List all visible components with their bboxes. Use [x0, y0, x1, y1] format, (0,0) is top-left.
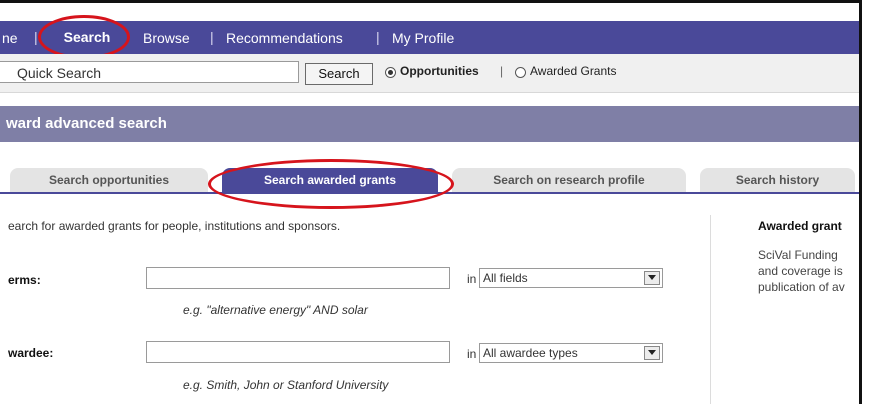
- fields-select-value: All fields: [483, 271, 528, 285]
- tab-search-opportunities[interactable]: Search opportunities: [10, 168, 208, 193]
- chevron-down-icon[interactable]: [644, 346, 660, 360]
- nav-item-home[interactable]: ne: [2, 30, 18, 46]
- radio-awarded-grants[interactable]: [515, 67, 526, 78]
- nav-separator: |: [34, 29, 38, 45]
- nav-item-recommendations[interactable]: Recommendations: [226, 30, 343, 46]
- page-title: ward advanced search: [6, 115, 167, 132]
- awardee-input[interactable]: [146, 341, 450, 363]
- section-header: ward advanced search: [0, 106, 859, 142]
- quick-search-button[interactable]: Search: [305, 63, 373, 85]
- sidebar-divider: [710, 215, 711, 404]
- in-label: in: [467, 347, 477, 361]
- radio-separator: |: [500, 64, 504, 78]
- radio-label-opportunities: Opportunities: [400, 64, 479, 78]
- sidebar-text-line: and coverage is: [758, 264, 843, 278]
- fields-select[interactable]: All fields: [479, 268, 663, 288]
- field-label-awardee: wardee:: [8, 346, 54, 360]
- chevron-down-icon[interactable]: [644, 271, 660, 285]
- sidebar-title: Awarded grant: [758, 219, 842, 233]
- tab-underline: [0, 192, 859, 194]
- tab-search-awarded-grants[interactable]: Search awarded grants: [222, 168, 438, 193]
- radio-label-awarded-grants: Awarded Grants: [530, 64, 617, 78]
- nav-item-my-profile[interactable]: My Profile: [392, 30, 454, 46]
- sidebar-text-line: publication of av: [758, 280, 845, 294]
- in-label: in: [467, 272, 477, 286]
- quick-search-input[interactable]: [0, 61, 299, 83]
- awardee-type-select-value: All awardee types: [483, 346, 578, 360]
- quick-search-bar: Search Opportunities | Awarded Grants: [0, 54, 859, 93]
- nav-separator: |: [376, 29, 380, 45]
- sidebar-text-line: SciVal Funding: [758, 248, 838, 262]
- app-frame: ne | Search Browse | Recommendations | M…: [0, 0, 862, 404]
- nav-item-search[interactable]: Search: [46, 25, 128, 49]
- nav-separator: |: [210, 29, 214, 45]
- terms-input[interactable]: [146, 267, 450, 289]
- field-label-terms: erms:: [8, 273, 41, 287]
- tab-bar: Search opportunities Search awarded gran…: [0, 142, 859, 194]
- nav-item-browse[interactable]: Browse: [143, 30, 190, 46]
- tab-search-research-profile[interactable]: Search on research profile: [452, 168, 686, 193]
- awardee-type-select[interactable]: All awardee types: [479, 343, 663, 363]
- radio-opportunities[interactable]: [385, 67, 396, 78]
- top-nav: ne | Search Browse | Recommendations | M…: [0, 21, 859, 54]
- form-description: earch for awarded grants for people, ins…: [8, 219, 341, 233]
- terms-example: e.g. "alternative energy" AND solar: [183, 303, 368, 317]
- tab-search-history[interactable]: Search history: [700, 168, 855, 193]
- awardee-example: e.g. Smith, John or Stanford University: [183, 378, 389, 392]
